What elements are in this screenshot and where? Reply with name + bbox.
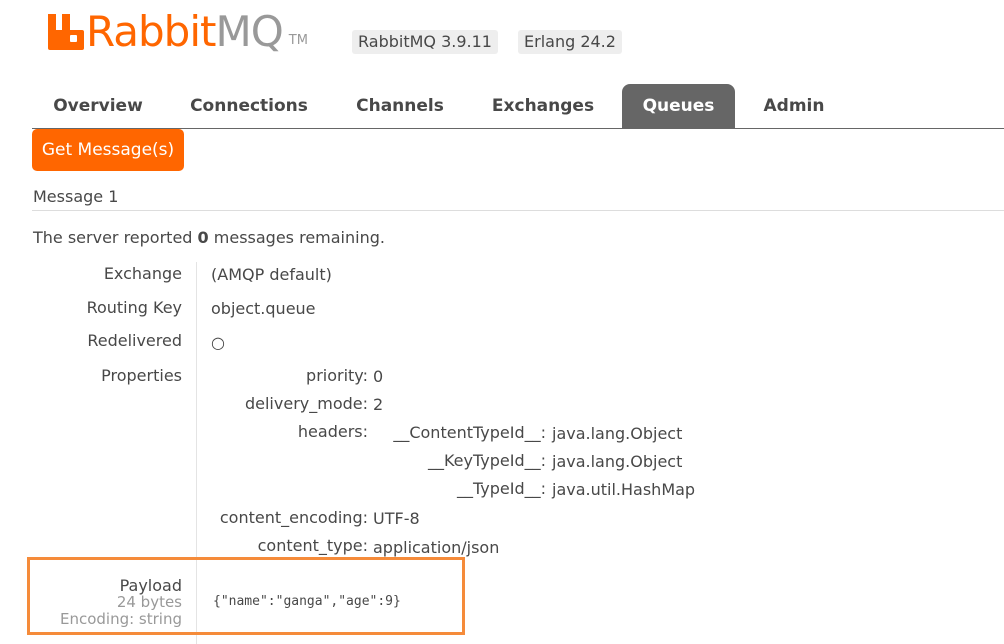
- content-encoding-key: content_encoding:: [219, 508, 368, 527]
- tab-connections[interactable]: Connections: [178, 84, 320, 128]
- headers-key: headers:: [297, 422, 368, 441]
- payload-highlight-box: [27, 557, 465, 635]
- redelivered-value: ○: [211, 333, 225, 352]
- redelivered-label: Redelivered: [87, 331, 182, 350]
- content-type-value: application/json: [373, 538, 500, 557]
- content-encoding-value: UTF-8: [373, 509, 420, 528]
- properties-label: Properties: [101, 366, 182, 385]
- header-content-type-id-key: __ContentTypeId__:: [393, 423, 546, 442]
- tab-exchanges[interactable]: Exchanges: [480, 84, 606, 128]
- get-messages-button[interactable]: Get Message(s): [32, 129, 184, 171]
- rabbitmq-logo: RabbitMQ TM: [48, 6, 308, 54]
- exchange-label: Exchange: [103, 264, 182, 283]
- delivery-mode-value: 2: [373, 395, 384, 414]
- exchange-value: (AMQP default): [211, 265, 332, 284]
- section-divider: [32, 210, 1004, 211]
- tab-queues[interactable]: Queues: [622, 84, 735, 128]
- tab-channels[interactable]: Channels: [342, 84, 458, 128]
- header-key-type-id-value: java.lang.Object: [552, 452, 683, 471]
- message-title: Message 1: [33, 187, 119, 206]
- content-type-key: content_type:: [257, 536, 368, 555]
- rabbit-logo-icon: [48, 14, 84, 50]
- header-key-type-id-key: __KeyTypeId__:: [427, 451, 546, 470]
- tab-overview[interactable]: Overview: [32, 84, 164, 128]
- remaining-count: 0: [197, 228, 209, 247]
- logo-trademark: TM: [288, 33, 308, 48]
- main-tabs: Overview Connections Channels Exchanges …: [32, 84, 1004, 129]
- logo-text: RabbitMQ: [86, 7, 284, 56]
- messages-remaining-text: The server reported 0 messages remaining…: [33, 228, 385, 247]
- priority-key: priority:: [306, 366, 368, 385]
- erlang-version-badge: Erlang 24.2: [518, 30, 622, 54]
- header-content-type-id-value: java.lang.Object: [552, 424, 683, 443]
- header-type-id-key: __TypeId__:: [456, 479, 546, 498]
- header-type-id-value: java.util.HashMap: [552, 480, 696, 499]
- priority-value: 0: [373, 367, 384, 386]
- tab-admin[interactable]: Admin: [748, 84, 840, 128]
- routing-key-label: Routing Key: [86, 298, 182, 317]
- routing-key-value: object.queue: [211, 299, 316, 318]
- delivery-mode-key: delivery_mode:: [244, 394, 368, 413]
- rabbitmq-version-badge: RabbitMQ 3.9.11: [352, 30, 498, 54]
